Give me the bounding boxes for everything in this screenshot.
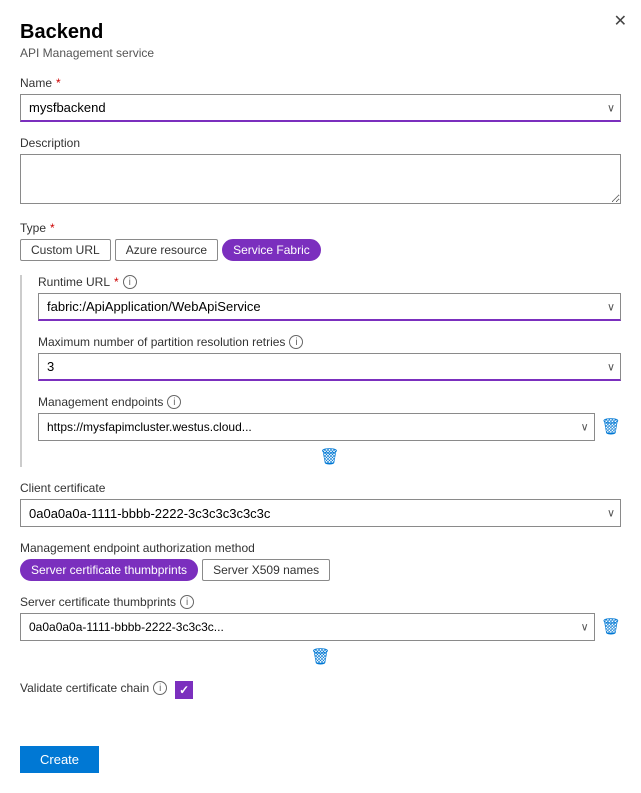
thumbprints-label: Server certificate thumbprints i [20,595,621,609]
validate-cert-label: Validate certificate chain i [20,681,167,695]
validate-cert-checkbox[interactable] [175,681,193,699]
type-label: Type * [20,221,621,235]
auth-btn-thumbprints[interactable]: Server certificate thumbprints [20,559,198,581]
thumbprints-info-icon[interactable]: i [180,595,194,609]
description-input[interactable] [20,154,621,204]
type-buttons: Custom URL Azure resource Service Fabric [20,239,621,261]
client-cert-label: Client certificate [20,481,621,495]
client-cert-input-wrapper: 0a0a0a0a-1111-bbbb-2222-3c3c3c3c3c3c ∨ [20,499,621,527]
backend-panel: ✕ Backend API Management service Name * … [0,0,641,793]
endpoint-input-wrap: ∨ [38,413,595,441]
add-thumbprint-row: 🗑 [20,647,621,667]
runtime-url-label: Runtime URL * i [38,275,621,289]
max-retries-field-group: Maximum number of partition resolution r… [38,335,621,381]
management-endpoint-input[interactable] [38,413,595,441]
name-label: Name * [20,76,621,90]
panel-subtitle: API Management service [20,46,621,60]
thumbprints-field-group: Server certificate thumbprints i ∨ 🗑 🗑 [20,595,621,667]
runtime-url-field-group: Runtime URL * i ∨ [38,275,621,321]
runtime-url-input[interactable] [38,293,621,321]
thumbprint-input-wrap: ∨ [20,613,595,641]
management-endpoints-info-icon[interactable]: i [167,395,181,409]
create-button[interactable]: Create [20,746,99,773]
thumbprint-row: ∨ 🗑 [20,613,621,641]
add-endpoint-row: 🗑 [38,447,621,467]
name-input[interactable] [20,94,621,122]
client-cert-field-group: Client certificate 0a0a0a0a-1111-bbbb-22… [20,481,621,527]
max-retries-label: Maximum number of partition resolution r… [38,335,621,349]
auth-method-field-group: Management endpoint authorization method… [20,541,621,581]
type-btn-azure-resource[interactable]: Azure resource [115,239,218,261]
validate-cert-info-icon[interactable]: i [153,681,167,695]
name-field-group: Name * ∨ [20,76,621,122]
auth-buttons: Server certificate thumbprints Server X5… [20,559,621,581]
thumbprint-input[interactable] [20,613,595,641]
panel-title: Backend [20,20,621,44]
service-fabric-section: Runtime URL * i ∨ Maximum number of part… [20,275,621,467]
add-endpoint-icon[interactable]: 🗑 [319,447,339,467]
type-btn-custom-url[interactable]: Custom URL [20,239,111,261]
validate-cert-row: Validate certificate chain i [20,681,621,699]
max-retries-input-wrapper: ∨ [38,353,621,381]
add-thumbprint-icon[interactable]: 🗑 [310,647,330,667]
thumbprint-chevron-icon: ∨ [581,621,589,634]
management-endpoints-field-group: Management endpoints i ∨ 🗑 🗑 [38,395,621,467]
description-label: Description [20,136,621,150]
endpoint-chevron-icon: ∨ [581,421,589,434]
management-endpoints-label: Management endpoints i [38,395,621,409]
auth-method-label: Management endpoint authorization method [20,541,621,555]
delete-endpoint-icon[interactable]: 🗑 [601,417,621,437]
description-field-group: Description [20,136,621,207]
max-retries-input[interactable] [38,353,621,381]
max-retries-info-icon[interactable]: i [289,335,303,349]
runtime-url-input-wrapper: ∨ [38,293,621,321]
auth-btn-x509[interactable]: Server X509 names [202,559,330,581]
close-button[interactable]: ✕ [614,14,627,30]
client-cert-select[interactable]: 0a0a0a0a-1111-bbbb-2222-3c3c3c3c3c3c [20,499,621,527]
type-btn-service-fabric[interactable]: Service Fabric [222,239,321,261]
type-field-group: Type * Custom URL Azure resource Service… [20,221,621,261]
name-input-wrapper: ∨ [20,94,621,122]
endpoint-row: ∨ 🗑 [38,413,621,441]
delete-thumbprint-icon[interactable]: 🗑 [601,617,621,637]
runtime-url-info-icon[interactable]: i [123,275,137,289]
